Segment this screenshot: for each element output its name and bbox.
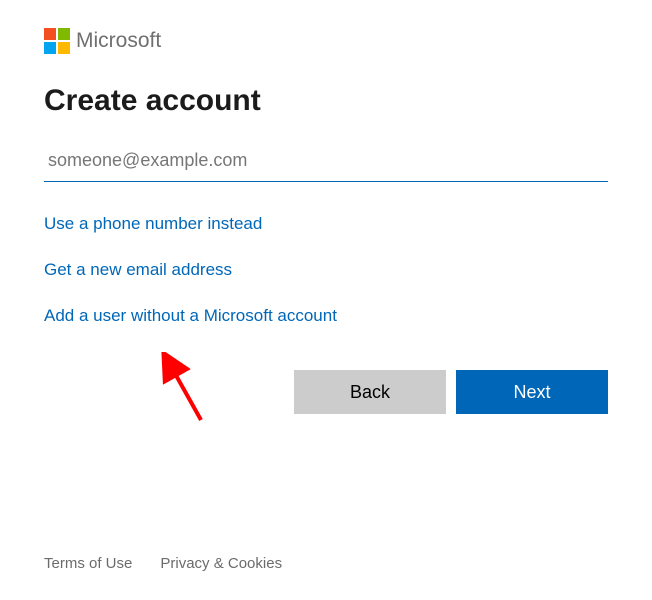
new-email-link[interactable]: Get a new email address xyxy=(44,260,608,280)
button-row: Back Next xyxy=(44,370,608,414)
brand-name: Microsoft xyxy=(76,29,161,53)
create-account-panel: Microsoft Create account Use a phone num… xyxy=(0,0,652,414)
terms-link[interactable]: Terms of Use xyxy=(44,555,132,572)
use-phone-link[interactable]: Use a phone number instead xyxy=(44,214,608,234)
microsoft-logo-icon xyxy=(44,28,70,54)
privacy-link[interactable]: Privacy & Cookies xyxy=(160,555,282,572)
footer: Terms of Use Privacy & Cookies xyxy=(44,555,282,572)
next-button[interactable]: Next xyxy=(456,370,608,414)
brand-row: Microsoft xyxy=(44,28,608,54)
back-button[interactable]: Back xyxy=(294,370,446,414)
page-title: Create account xyxy=(44,84,608,118)
email-input[interactable] xyxy=(44,144,608,182)
no-account-link[interactable]: Add a user without a Microsoft account xyxy=(44,306,608,326)
